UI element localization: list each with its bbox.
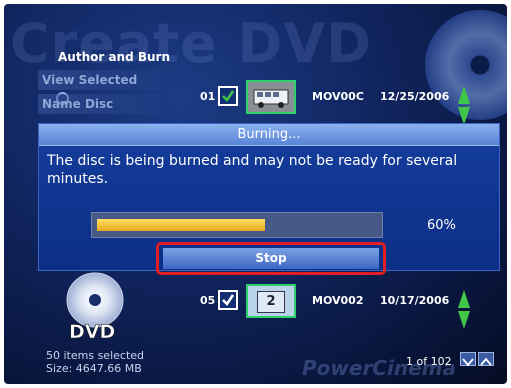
burning-dialog: Burning... The disc is being burned and … bbox=[38, 123, 500, 275]
progress-fill bbox=[97, 219, 265, 231]
item-number: 01 bbox=[200, 90, 216, 103]
reorder-controls bbox=[458, 290, 473, 332]
reorder-controls bbox=[458, 86, 473, 128]
page-down-button[interactable] bbox=[460, 352, 476, 367]
file-name: MOV002 bbox=[312, 294, 364, 307]
chevron-down-icon bbox=[462, 358, 474, 367]
bus-thumbnail-icon bbox=[248, 82, 294, 112]
file-name: MOV00C bbox=[312, 90, 364, 103]
sidebar-item-view-selected[interactable]: View Selected bbox=[38, 70, 162, 105]
page-watermark-title: Create DVD bbox=[10, 12, 373, 75]
item-number: 05 bbox=[200, 294, 216, 307]
progress-percent: 60% bbox=[427, 218, 456, 233]
checkmark-icon bbox=[222, 90, 235, 102]
dvd-logo-text: DVD bbox=[69, 321, 115, 342]
sidebar-item-label: View Selected bbox=[42, 73, 138, 87]
move-up-icon[interactable] bbox=[458, 290, 470, 308]
checkbox[interactable] bbox=[218, 290, 238, 310]
stop-button-highlight: Stop bbox=[156, 242, 386, 275]
move-down-icon[interactable] bbox=[458, 311, 470, 329]
progress-bar bbox=[91, 212, 383, 238]
move-up-icon[interactable] bbox=[458, 86, 470, 104]
selection-summary: 50 items selected Size: 4647.66 MB bbox=[46, 349, 144, 375]
sidebar-item-name-disc[interactable]: Name Disc bbox=[38, 94, 162, 114]
sidebar-title: Author and Burn bbox=[58, 50, 171, 64]
chevron-up-icon bbox=[480, 357, 492, 366]
size-text: Size: 4647.66 MB bbox=[46, 362, 142, 375]
stop-button[interactable]: Stop bbox=[163, 248, 379, 269]
dialog-title: Burning... bbox=[39, 124, 499, 146]
sidebar-item-label: Name Disc bbox=[42, 97, 114, 111]
items-selected-text: 50 items selected bbox=[46, 349, 145, 362]
dialog-message: The disc is being burned and may not be … bbox=[47, 153, 458, 187]
thumbnail[interactable] bbox=[246, 80, 296, 114]
file-date: 12/25/2006 bbox=[380, 90, 450, 103]
thumbnail[interactable]: 2 bbox=[246, 284, 296, 318]
checkbox[interactable] bbox=[218, 86, 238, 106]
create-dvd-screen: Create DVD Author and Burn View Selected… bbox=[4, 4, 507, 384]
file-date: 10/17/2006 bbox=[380, 294, 450, 307]
dvd-icon: DVD bbox=[66, 272, 124, 342]
checkmark-icon bbox=[222, 294, 235, 306]
thumbnail-label: 2 bbox=[257, 291, 285, 313]
page-up-button[interactable] bbox=[478, 352, 494, 366]
page-indicator: 1 of 102 bbox=[406, 355, 452, 368]
